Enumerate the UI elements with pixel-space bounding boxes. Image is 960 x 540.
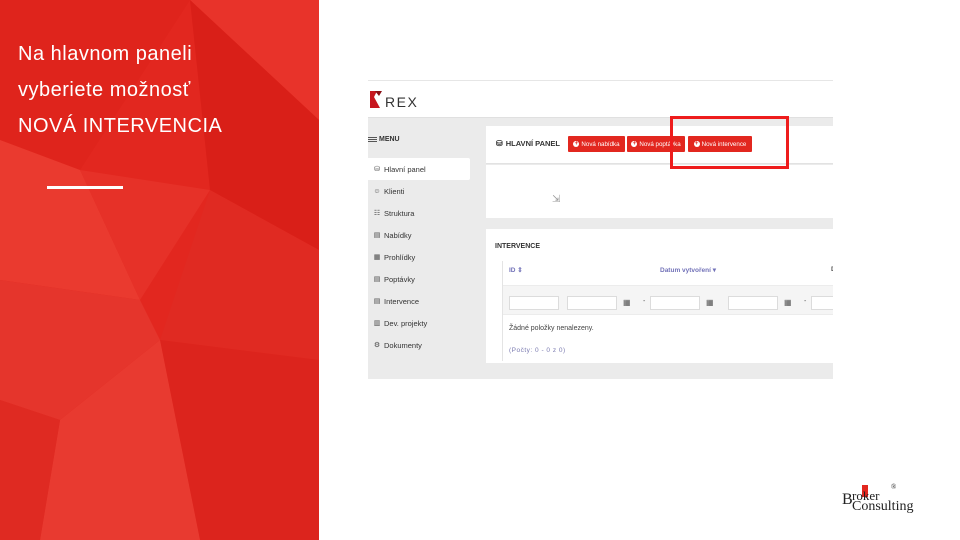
date-from-input[interactable] bbox=[567, 296, 617, 310]
count-text: (Počty: 0 - 0 z 0) bbox=[509, 347, 566, 354]
empty-message: Žádné položky nenalezeny. bbox=[509, 325, 594, 332]
sidebar-item-prohlidky[interactable]: ▦ Prohlídky bbox=[368, 246, 470, 268]
id-filter-input[interactable] bbox=[509, 296, 559, 310]
instruction-line-2: vyberiete možnosť bbox=[18, 79, 191, 101]
plus-icon: + bbox=[573, 141, 580, 147]
sidebar-item-label: Dev. projekty bbox=[384, 318, 428, 328]
instruction-line-1: Na hlavnom paneli bbox=[18, 43, 193, 65]
column-header-d[interactable]: D bbox=[831, 266, 833, 273]
sidebar-item-struktura[interactable]: ☷ Struktura bbox=[368, 202, 470, 224]
range-separator: - bbox=[804, 298, 807, 305]
sidebar-item-label: Klienti bbox=[384, 186, 405, 196]
mouse-cursor-icon: ⇲ bbox=[552, 194, 561, 205]
sidebar: MENU ⛁ Hlavní panel ☺ Klienti ☷ Struktur… bbox=[368, 118, 472, 379]
sidebar-item-intervence[interactable]: ▤ Intervence bbox=[368, 290, 470, 312]
calendar-icon[interactable]: ▦ bbox=[706, 298, 714, 307]
app-logo-text: REX bbox=[385, 94, 419, 110]
date-to-input-2[interactable] bbox=[811, 296, 833, 310]
calendar-icon: ▦ bbox=[373, 254, 381, 261]
calendar-icon[interactable]: ▦ bbox=[623, 298, 631, 307]
slide: Na hlavnom paneli vyberiete možnosť NOVÁ… bbox=[0, 0, 960, 540]
sidebar-item-label: Prohlídky bbox=[384, 252, 416, 262]
building-icon: ▥ bbox=[373, 320, 381, 327]
main-panel-body bbox=[486, 165, 833, 218]
sidebar-item-label: Hlavní panel bbox=[384, 164, 426, 174]
sidebar-item-label: Nabídky bbox=[384, 230, 412, 240]
document-icon: ▤ bbox=[373, 276, 381, 283]
sidebar-item-poptavky[interactable]: ▤ Poptávky bbox=[368, 268, 470, 290]
sidebar-item-nabidky[interactable]: ▤ Nabídky bbox=[368, 224, 470, 246]
left-red-panel: Na hlavnom paneli vyberiete možnosť NOVÁ… bbox=[0, 0, 319, 540]
highlight-box bbox=[670, 116, 789, 169]
sidebar-item-dokumenty[interactable]: ⚙ Dokumenty bbox=[368, 334, 470, 356]
sidebar-item-label: Dokumenty bbox=[384, 340, 422, 350]
intervence-table: ID ⇕ Datum vytvoření ▾ D ▦ - ▦ ▦ - Žádné… bbox=[502, 261, 833, 361]
date-to-input[interactable] bbox=[650, 296, 700, 310]
sidebar-item-label: Intervence bbox=[384, 296, 420, 306]
sidebar-item-label: Poptávky bbox=[384, 274, 415, 284]
instruction-text: Na hlavnom paneli vyberiete možnosť NOVÁ… bbox=[18, 36, 222, 144]
range-separator: - bbox=[643, 298, 646, 305]
new-offer-button[interactable]: + Nová nabídka bbox=[568, 136, 625, 152]
new-offer-label: Nová nabídka bbox=[581, 140, 620, 148]
menu-label: MENU bbox=[379, 136, 400, 143]
filter-row: ▦ - ▦ ▦ - bbox=[503, 285, 833, 315]
dashboard-icon: ⛁ bbox=[374, 166, 380, 173]
gear-icon: ⚙ bbox=[373, 342, 381, 349]
column-header-id[interactable]: ID ⇕ bbox=[509, 266, 523, 274]
date-from-input-2[interactable] bbox=[728, 296, 778, 310]
sidebar-item-dev-projekty[interactable]: ▥ Dev. projekty bbox=[368, 312, 470, 334]
app-topbar: REX bbox=[368, 80, 833, 118]
broker-consulting-logo: B roker ® Consulting bbox=[842, 483, 932, 519]
logo-registered-mark: ® bbox=[891, 483, 897, 491]
document-icon: ▤ bbox=[373, 232, 381, 239]
dashboard-icon: ⛁ bbox=[496, 139, 503, 148]
intervence-panel: INTERVENCE ID ⇕ Datum vytvoření ▾ D ▦ - … bbox=[486, 229, 833, 363]
logo-consulting: Consulting bbox=[852, 499, 914, 514]
menu-header[interactable]: MENU bbox=[368, 136, 400, 143]
column-header-datum[interactable]: Datum vytvoření ▾ bbox=[660, 266, 716, 274]
document-icon: ▤ bbox=[373, 298, 381, 305]
intervence-title: INTERVENCE bbox=[495, 243, 540, 250]
sidebar-item-klienti[interactable]: ☺ Klienti bbox=[368, 180, 470, 202]
rex-logo-icon bbox=[370, 91, 382, 108]
sidebar-item-label: Struktura bbox=[384, 208, 415, 218]
users-icon: ☺ bbox=[373, 187, 381, 195]
page-title: ⛁ HLAVNÍ PANEL bbox=[496, 139, 560, 148]
calendar-icon[interactable]: ▦ bbox=[784, 298, 792, 307]
app-screenshot: REX MENU ⛁ Hlavní panel ☺ Klienti ☷ Stru… bbox=[368, 80, 833, 379]
plus-icon: + bbox=[631, 141, 638, 147]
sitemap-icon: ☷ bbox=[373, 210, 381, 217]
hamburger-icon bbox=[368, 136, 377, 143]
accent-divider bbox=[47, 186, 123, 189]
sidebar-item-hlavni-panel[interactable]: ⛁ Hlavní panel bbox=[368, 158, 470, 180]
instruction-line-3: NOVÁ INTERVENCIA bbox=[18, 115, 223, 137]
page-title-text: HLAVNÍ PANEL bbox=[505, 139, 561, 148]
